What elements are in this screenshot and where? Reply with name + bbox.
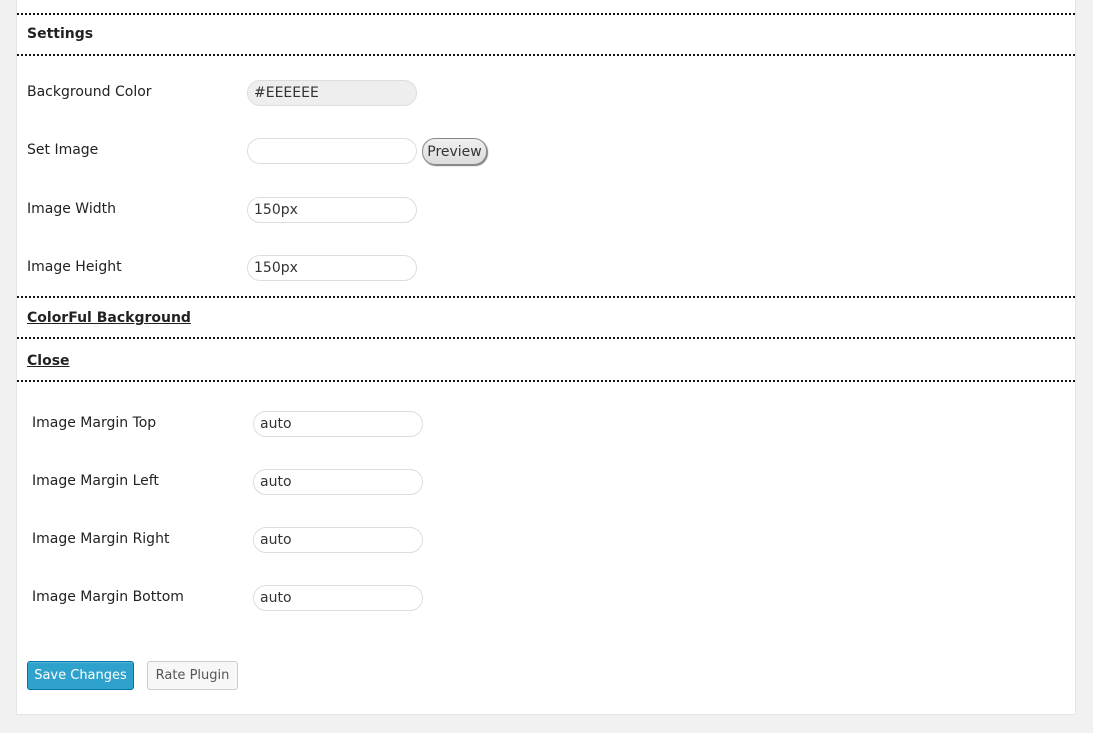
divider xyxy=(17,296,1075,298)
image-margin-left-input[interactable] xyxy=(253,469,423,495)
image-margin-top-input[interactable] xyxy=(253,411,423,437)
divider xyxy=(17,54,1075,56)
close-link[interactable]: Close xyxy=(27,353,70,369)
image-margin-left-label: Image Margin Left xyxy=(32,473,159,489)
preview-button[interactable]: Preview xyxy=(422,138,487,165)
background-color-label: Background Color xyxy=(27,84,152,100)
rate-plugin-button[interactable]: Rate Plugin xyxy=(147,661,238,690)
background-color-input[interactable] xyxy=(247,80,417,106)
divider xyxy=(17,380,1075,382)
set-image-label: Set Image xyxy=(27,142,99,158)
image-margin-bottom-label: Image Margin Bottom xyxy=(32,589,184,605)
settings-heading: Settings xyxy=(27,26,94,42)
image-width-label: Image Width xyxy=(27,201,116,217)
save-changes-button[interactable]: Save Changes xyxy=(27,661,134,690)
colorful-background-link[interactable]: ColorFul Background xyxy=(27,310,191,326)
image-height-label: Image Height xyxy=(27,259,122,275)
image-width-input[interactable] xyxy=(247,197,417,223)
divider xyxy=(17,337,1075,339)
image-margin-top-label: Image Margin Top xyxy=(32,415,157,431)
set-image-input[interactable] xyxy=(247,138,417,164)
divider xyxy=(17,13,1075,15)
image-margin-right-label: Image Margin Right xyxy=(32,531,170,547)
image-margin-right-input[interactable] xyxy=(253,527,423,553)
image-margin-bottom-input[interactable] xyxy=(253,585,423,611)
image-height-input[interactable] xyxy=(247,255,417,281)
settings-panel: Settings Background Color Set Image Prev… xyxy=(16,0,1076,715)
